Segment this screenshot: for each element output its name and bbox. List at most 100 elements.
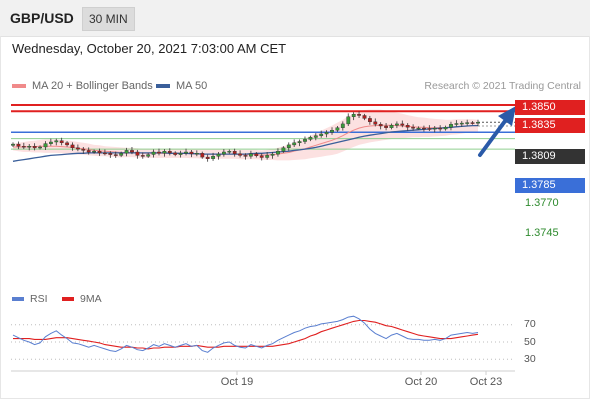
candle-body — [459, 122, 464, 125]
candle-body — [113, 154, 118, 156]
candle-body — [324, 132, 329, 135]
candle-body — [65, 142, 70, 146]
candle-body — [189, 151, 194, 154]
candle-body — [281, 147, 286, 152]
candle-body — [340, 123, 345, 128]
candle-body — [362, 115, 367, 119]
candle-body — [157, 151, 161, 154]
candle-body — [70, 144, 75, 148]
candle-body — [286, 144, 291, 148]
candle-body — [416, 127, 421, 130]
candle-body — [92, 150, 97, 153]
candle-body — [292, 142, 297, 146]
candle-body — [297, 141, 302, 143]
candle-body — [373, 121, 378, 125]
candle-body — [232, 150, 237, 154]
candle-body — [476, 121, 480, 124]
candle-body — [238, 153, 242, 156]
candle-body — [167, 150, 172, 154]
candle-body — [194, 153, 199, 155]
candle-body — [227, 150, 232, 153]
candle-body — [303, 139, 307, 142]
candle-body — [276, 150, 280, 155]
candle-body — [75, 147, 80, 150]
legend-item-9ma: 9MA — [62, 293, 102, 305]
candle-body — [330, 129, 334, 133]
legend-label-rsi: RSI — [30, 293, 48, 305]
candle-body — [395, 123, 399, 126]
candle-body — [319, 133, 324, 136]
candle-body — [243, 155, 248, 157]
current-price-label: 1.3809 — [515, 149, 585, 164]
candle-body — [140, 155, 145, 157]
candle-body — [27, 145, 32, 148]
candle-body — [470, 122, 475, 124]
candle-body — [254, 153, 259, 156]
candle-body — [411, 127, 415, 129]
candle-body — [86, 150, 91, 153]
rsi-swatch — [12, 297, 24, 301]
candle-body — [108, 153, 113, 155]
candle-body — [38, 146, 43, 149]
candle-body — [400, 123, 405, 126]
candle-body — [178, 153, 183, 155]
candle-body — [216, 153, 221, 157]
candle-body — [465, 122, 470, 124]
candle-body — [454, 123, 459, 125]
candle-body — [259, 155, 264, 158]
candle-body — [308, 137, 313, 140]
x-tick-oct19: Oct 19 — [220, 376, 254, 388]
ma9-swatch — [62, 297, 74, 301]
candle-body — [200, 153, 205, 158]
candle-body — [124, 150, 129, 154]
candle-body — [146, 154, 151, 157]
candle-body — [59, 140, 64, 143]
bias-arrow-head — [498, 106, 516, 126]
candle-body — [102, 152, 107, 155]
candle-body — [265, 155, 270, 158]
candle-body — [405, 124, 410, 128]
candle-body — [21, 145, 26, 148]
candle-body — [427, 128, 432, 130]
candle-body — [135, 151, 140, 156]
rsi-tick-50: 50 — [524, 336, 536, 348]
candle-body — [173, 152, 178, 155]
level-label-1-3835: 1.3835 — [515, 118, 585, 133]
candle-body — [351, 113, 356, 117]
candle-body — [335, 127, 340, 131]
candle-body — [43, 143, 48, 148]
candle-body — [81, 148, 86, 151]
candle-body — [16, 143, 21, 147]
level-label-1-3785: 1.3785 — [515, 178, 585, 193]
rsi-line — [12, 315, 479, 353]
legend-item-rsi: RSI — [12, 293, 48, 305]
candle-body — [449, 124, 453, 128]
candle-body — [270, 153, 275, 156]
candle-body — [49, 141, 53, 144]
candle-body — [97, 150, 102, 154]
candle-body — [32, 145, 37, 149]
level-label-1-3850: 1.3850 — [515, 100, 585, 115]
candle-body — [221, 151, 226, 155]
price-chart — [11, 104, 516, 375]
candle-body — [443, 127, 448, 130]
candle-body — [11, 143, 15, 146]
candle-body — [184, 151, 188, 154]
candle-body — [54, 140, 59, 143]
candle-body — [130, 150, 134, 153]
candle-body — [368, 118, 372, 123]
rsi-tick-70: 70 — [524, 318, 536, 330]
level-label-1-3745: 1.3745 — [525, 227, 559, 239]
candle-body — [248, 153, 253, 157]
candle-body — [119, 153, 124, 156]
candle-body — [438, 127, 443, 130]
candle-body — [389, 124, 394, 128]
rsi-tick-30: 30 — [524, 353, 536, 365]
candle-body — [432, 127, 437, 130]
x-tick-oct20: Oct 20 — [404, 376, 438, 388]
x-tick-oct23: Oct 23 — [469, 376, 503, 388]
candle-body — [422, 127, 426, 130]
level-label-1-3770: 1.3770 — [525, 197, 559, 209]
candle-body — [346, 116, 351, 125]
ma9-line — [13, 319, 479, 350]
